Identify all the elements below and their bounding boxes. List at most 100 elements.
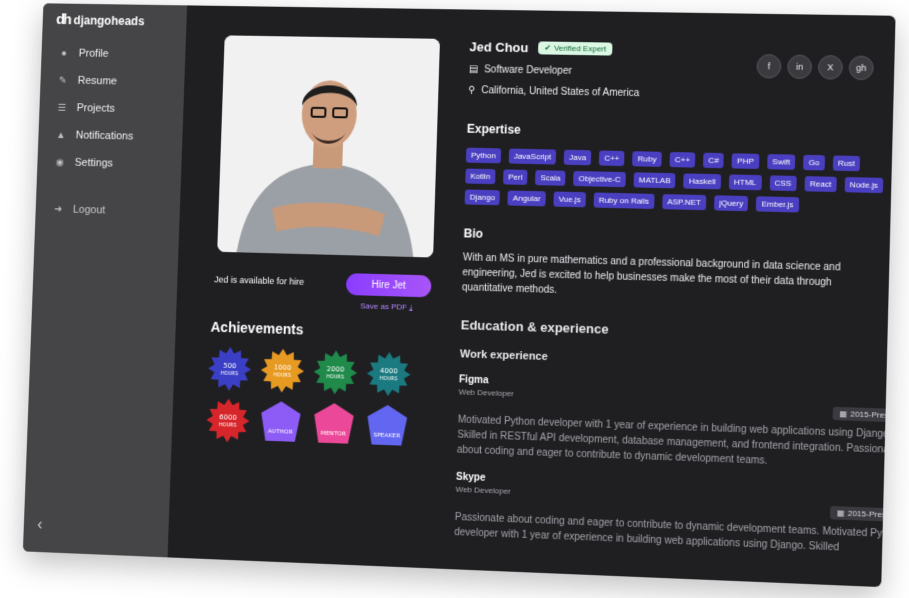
brand-name: djangoheads (73, 12, 145, 28)
job-date-badge: ▦ 2015-Present (830, 505, 896, 523)
expertise-tag: React (804, 176, 837, 193)
collapse-sidebar-icon[interactable]: ‹ (37, 516, 43, 534)
achievement-badge: 1000HOURS (260, 348, 305, 394)
bell-icon: ▲ (55, 129, 66, 141)
list-icon: ☰ (57, 102, 67, 114)
badge-sublabel: HOURS (273, 372, 291, 379)
users-icon: ◉ (55, 156, 65, 168)
expertise-tag: C++ (599, 150, 625, 167)
sidebar-item-projects[interactable]: ☰ Projects (39, 94, 184, 124)
expertise-tag: Haskell (683, 173, 721, 190)
sidebar-item-label: Projects (76, 102, 116, 115)
expertise-tag: JavaScript (508, 148, 557, 165)
profile-title: Software Developer (483, 64, 572, 77)
badge-label: MENTOR (320, 431, 346, 438)
expertise-tag: MATLAB (633, 172, 676, 189)
badge-sublabel: HOURS (221, 371, 239, 378)
badge-label: 1000 (274, 363, 292, 372)
sidebar-item-label: Notifications (75, 129, 134, 143)
sidebar-item-settings[interactable]: ◉ Settings (37, 148, 182, 179)
sidebar-item-label: Settings (74, 156, 114, 170)
x-twitter-icon[interactable]: X (817, 55, 844, 80)
github-icon[interactable]: gh (848, 55, 874, 81)
achievement-badge: 4000HOURS (366, 351, 412, 397)
save-pdf-label: Save as PDF (360, 301, 407, 312)
badge-sublabel: HOURS (219, 422, 237, 429)
sidebar-nav: ● Profile ✎ Resume ☰ Projects ▲ Notifica… (35, 39, 186, 226)
expertise-tag: Angular (507, 190, 546, 207)
expertise-tag: Kotlin (465, 168, 496, 185)
check-icon: ✔ (544, 43, 552, 53)
badge-label: 4000 (380, 367, 398, 376)
profile-name: Jed Chou (469, 39, 529, 56)
expertise-tag: HTML (728, 174, 762, 191)
expertise-tag: Ruby on Rails (593, 192, 655, 209)
job-entry: Skype Web Developer ▦ 2015-Present Passi… (454, 472, 896, 558)
expertise-tag: Ember.js (756, 196, 799, 213)
expertise-tag: jQuery (713, 195, 749, 212)
sidebar: dh djangoheads ● Profile ✎ Resume ☰ Proj… (22, 3, 188, 558)
profile-details: Jed Chou ✔ Verified Expert ▤ Software De… (454, 39, 896, 556)
job-entry: Figma Web Developer ▦ 2015-Present Motiv… (457, 374, 896, 474)
badge-label: AUTHOR (268, 429, 293, 436)
expertise-tag: Go (803, 154, 825, 171)
logout-label: Logout (72, 203, 106, 217)
sidebar-item-notifications[interactable]: ▲ Notifications (38, 121, 183, 151)
education-title: Education & experience (460, 317, 609, 337)
sidebar-item-profile[interactable]: ● Profile (41, 39, 186, 69)
hire-section: Jed is available for hire Hire Jet Save … (214, 269, 441, 312)
expertise-tag: Objective-C (573, 170, 626, 188)
expertise-tag: Python (465, 147, 502, 164)
logout-button[interactable]: ➜ Logout (35, 195, 180, 226)
sidebar-item-resume[interactable]: ✎ Resume (40, 66, 185, 96)
expertise-tag: Vue.js (553, 191, 586, 208)
achievements-badges: 500 HOURS 1000 HOURS 2000 HOURS 4000 HOURS 6000 H… (205, 345, 424, 450)
location-pin-icon: ⚲ (467, 84, 476, 97)
achievement-badge: MENTOR (313, 402, 355, 444)
bio-title: Bio (463, 226, 484, 241)
verified-label: Verified Expert (553, 43, 607, 54)
expertise-tag: Ruby (632, 151, 662, 167)
work-experience-title: Work experience (459, 348, 548, 364)
download-icon: ⤓ (408, 302, 413, 312)
profile-location: California, United States of America (481, 85, 640, 100)
job-description: Motivated Python developer with 1 year o… (456, 414, 896, 467)
job-dates: 2015-Present (847, 508, 896, 520)
save-pdf-link[interactable]: Save as PDF ⤓ (360, 301, 413, 312)
expertise-tag: CSS (769, 175, 797, 192)
job-dates: 2015-Present (850, 409, 896, 421)
expertise-tags: Python JavaScript Java C++ Ruby C++ C# PHP Swift… (464, 147, 892, 215)
achievement-badge: 500HOURS (207, 346, 252, 392)
achievement-badge: SPEAKER (368, 405, 408, 446)
expertise-tag: Django (464, 189, 501, 206)
bio-text: With an MS in pure mathematics and a pro… (461, 252, 841, 296)
expertise-tag: C# (703, 152, 725, 169)
achievement-badge: 6000HOURS (205, 397, 251, 444)
sidebar-item-label: Resume (77, 74, 118, 88)
edit-icon: ✎ (58, 75, 68, 86)
brand[interactable]: dh djangoheads (42, 3, 187, 37)
brand-logo-icon: dh (55, 11, 71, 29)
badge-label: 6000 (219, 413, 237, 422)
social-links: f in X gh (756, 53, 874, 81)
badge-sublabel: HOURS (326, 374, 344, 381)
hire-button[interactable]: Hire Jet (345, 273, 432, 298)
logout-icon: ➜ (53, 203, 63, 215)
facebook-icon[interactable]: f (756, 53, 782, 79)
expertise-title: Expertise (466, 121, 521, 137)
badge-label: 2000 (327, 365, 345, 374)
job-description: Passionate about coding and eager to con… (454, 511, 896, 554)
linkedin-icon[interactable]: in (787, 54, 813, 80)
expertise-tag: C++ (669, 151, 696, 168)
expertise-tag: ASP.NET (661, 194, 707, 211)
calendar-icon: ▦ (836, 508, 845, 518)
main-content: Jed is available for hire Hire Jet Save … (168, 5, 896, 587)
expertise-tag: Swift (767, 154, 796, 170)
expertise-tag: Rust (832, 155, 861, 172)
briefcase-icon: ▤ (468, 64, 479, 76)
achievement-badge: AUTHOR (260, 400, 301, 442)
achievements-title: Achievements (210, 318, 304, 338)
badge-label: SPEAKER (373, 433, 400, 440)
user-icon: ● (60, 47, 68, 59)
badge-label: 500 (223, 362, 236, 370)
